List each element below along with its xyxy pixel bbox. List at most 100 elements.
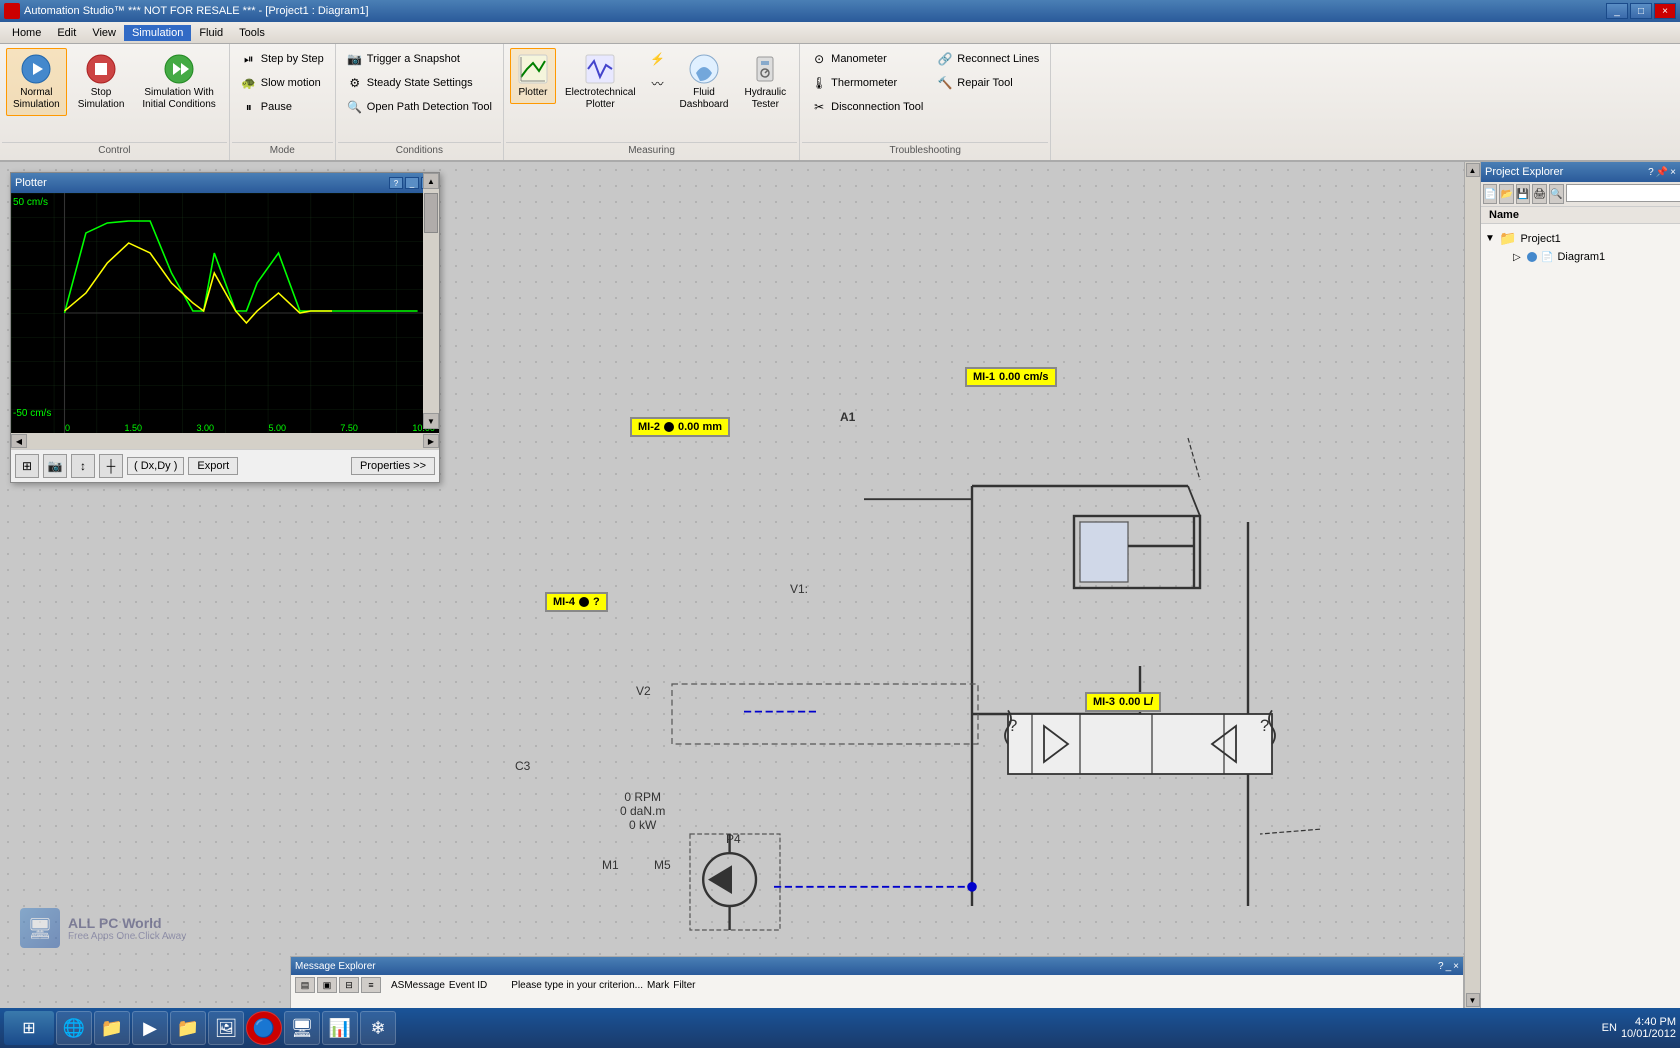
trigger-snapshot-icon: 📷	[347, 51, 363, 67]
scroll-down-button[interactable]: ▼	[423, 413, 439, 429]
explorer-tree[interactable]: ▼ 📁 Project1 ▷ 📄 Diagram1	[1481, 224, 1680, 1008]
repair-tool-button[interactable]: 🔨 Repair Tool	[932, 72, 1044, 94]
menu-tools[interactable]: Tools	[231, 25, 273, 41]
explorer-print-btn[interactable]: 🖨	[1532, 184, 1547, 204]
taskbar-photos-button[interactable]: 🖼	[208, 1011, 244, 1045]
disconnection-tool-button[interactable]: ✂ Disconnection Tool	[806, 96, 928, 118]
msg-btn-2[interactable]: ▣	[317, 977, 337, 993]
tree-subtree: ▷ 📄 Diagram1	[1505, 249, 1676, 265]
maximize-button[interactable]: □	[1630, 3, 1652, 19]
menu-bar: Home Edit View Simulation Fluid Tools	[0, 22, 1680, 44]
diagram-canvas[interactable]: ? ? M	[0, 162, 1464, 1008]
explorer-search-btn[interactable]: 🔍	[1549, 184, 1563, 204]
plotter-properties-button[interactable]: Properties >>	[351, 457, 435, 475]
explorer-pin[interactable]: 📌	[1656, 167, 1668, 178]
msg-btn-1[interactable]: ▤	[295, 977, 315, 993]
explorer-help[interactable]: ?	[1648, 167, 1654, 178]
plotter-x0: 0	[65, 423, 70, 433]
explorer-new-btn[interactable]: 📄	[1483, 184, 1497, 204]
manometer-button[interactable]: ⊙ Manometer	[806, 48, 928, 70]
taskbar-explorer-button[interactable]: 📁	[170, 1011, 206, 1045]
tree-item-diagram1[interactable]: ▷ 📄 Diagram1	[1505, 249, 1676, 265]
canvas-scroll-down[interactable]: ▼	[1466, 993, 1480, 1007]
plotter-scrollbar-v[interactable]: ▲ ▼	[423, 173, 439, 429]
tree-item-project[interactable]: ▼ 📁 Project1	[1485, 228, 1676, 249]
step-by-step-button[interactable]: ⏯ Step by Step	[236, 48, 329, 70]
pause-icon: ⏸	[241, 99, 257, 115]
explorer-search-input[interactable]	[1566, 184, 1680, 202]
plotter-x2: 3.00	[196, 423, 214, 433]
open-path-button[interactable]: 🔍 Open Path Detection Tool	[342, 96, 497, 118]
msg-col-1: ASMessage	[391, 980, 445, 991]
taskbar-folder-button[interactable]: 📁	[94, 1011, 130, 1045]
electrotechnical-plotter-button[interactable]: ElectrotechnicalPlotter	[558, 48, 643, 116]
taskbar-brand-button[interactable]: 🔵	[246, 1011, 282, 1045]
stop-simulation-button[interactable]: StopSimulation	[71, 48, 132, 116]
taskbar-media-button[interactable]: ▶	[132, 1011, 168, 1045]
simulation-initial-button[interactable]: Simulation WithInitial Conditions	[135, 48, 222, 116]
menu-view[interactable]: View	[84, 25, 124, 41]
plotter-coords-button[interactable]: ( Dx,Dy )	[127, 457, 184, 475]
msg-btn-3[interactable]: ⊟	[339, 977, 359, 993]
scroll-right-button[interactable]: ▶	[423, 434, 439, 448]
msg-help-button[interactable]: ?	[1438, 961, 1444, 972]
start-button[interactable]: ⊞	[4, 1011, 54, 1045]
menu-home[interactable]: Home	[4, 25, 49, 41]
close-button[interactable]: ×	[1654, 3, 1676, 19]
plotter-export-button[interactable]: Export	[188, 457, 238, 475]
plotter-crosshair-button[interactable]: ┼	[99, 454, 123, 478]
explorer-open-btn[interactable]: 📂	[1499, 184, 1513, 204]
project-label: Project1	[1520, 233, 1560, 245]
plotter-zoom-fit-button[interactable]: ⊞	[15, 454, 39, 478]
msg-minimize-button[interactable]: _	[1446, 961, 1452, 972]
plotter-help-button[interactable]: ?	[389, 177, 403, 189]
explorer-close[interactable]: ×	[1670, 167, 1676, 178]
slow-motion-button[interactable]: 🐢 Slow motion	[236, 72, 329, 94]
msg-close-button[interactable]: ×	[1453, 961, 1459, 972]
scroll-left-button[interactable]: ◀	[11, 434, 27, 448]
scroll-up-button[interactable]: ▲	[423, 173, 439, 189]
hydraulic-tester-button[interactable]: HydraulicTester	[737, 48, 793, 116]
plotter-scrollbar-h[interactable]: ◀ ▶	[11, 433, 439, 449]
canvas-scroll-up[interactable]: ▲	[1466, 163, 1480, 177]
ribbon-group-mode: ⏯ Step by Step 🐢 Slow motion ⏸ Pause Mod…	[230, 44, 336, 160]
scrollbar-thumb[interactable]	[424, 193, 438, 233]
taskbar-ie-button[interactable]: 🌐	[56, 1011, 92, 1045]
power-monitor-button[interactable]: ⚡	[645, 48, 671, 70]
trigger-snapshot-button[interactable]: 📷 Trigger a Snapshot	[342, 48, 497, 70]
reconnect-lines-button[interactable]: 🔗 Reconnect Lines	[932, 48, 1044, 70]
fluid-dashboard-button[interactable]: FluidDashboard	[673, 48, 736, 116]
plotter-minimize-button[interactable]: _	[405, 177, 419, 189]
plotter-cursor-button[interactable]: ↕	[71, 454, 95, 478]
plotter-camera-button[interactable]: 📷	[43, 454, 67, 478]
canvas-scrollbar-v[interactable]: ▲ ▼	[1464, 162, 1480, 1008]
plotter-y-min: -50 cm/s	[13, 408, 51, 419]
wave-button[interactable]: 〰	[645, 72, 671, 94]
menu-edit[interactable]: Edit	[49, 25, 84, 41]
window-controls[interactable]: _ □ ×	[1606, 3, 1676, 19]
taskbar-studio-button[interactable]: 🖥	[284, 1011, 320, 1045]
menu-simulation[interactable]: Simulation	[124, 25, 191, 41]
taskbar-ppt-button[interactable]: 📊	[322, 1011, 358, 1045]
menu-fluid[interactable]: Fluid	[191, 25, 231, 41]
step-by-step-icon: ⏯	[241, 51, 257, 67]
taskbar: ⊞ 🌐 📁 ▶ 📁 🖼 🔵 🖥 📊 ❄ EN 4:40 PM 10/01/201…	[0, 1008, 1680, 1048]
explorer-save-btn[interactable]: 💾	[1516, 184, 1530, 204]
mi-2-value: 0.00 mm	[678, 421, 722, 433]
msg-columns: ASMessage Event ID Please type in your c…	[391, 980, 695, 991]
mi-2-label: MI-2 0.00 mm	[630, 417, 730, 437]
msg-btn-4[interactable]: ≡	[361, 977, 381, 993]
taskbar-app9-button[interactable]: ❄	[360, 1011, 396, 1045]
thermometer-button[interactable]: 🌡 Thermometer	[806, 72, 928, 94]
plotter-title: Plotter	[15, 177, 47, 189]
minimize-button[interactable]: _	[1606, 3, 1628, 19]
pause-button[interactable]: ⏸ Pause	[236, 96, 329, 118]
plotter-chart[interactable]: 50 cm/s -50 cm/s	[11, 193, 439, 433]
plotter-button[interactable]: Plotter	[510, 48, 556, 104]
diagram-status-icon	[1527, 252, 1537, 262]
normal-simulation-button[interactable]: NormalSimulation	[6, 48, 67, 116]
repair-tool-icon: 🔨	[937, 75, 953, 91]
steady-state-button[interactable]: ⚙ Steady State Settings	[342, 72, 497, 94]
title-bar: Automation Studio™ *** NOT FOR RESALE **…	[0, 0, 1680, 22]
plotter-titlebar[interactable]: Plotter ? _ ×	[11, 173, 439, 193]
